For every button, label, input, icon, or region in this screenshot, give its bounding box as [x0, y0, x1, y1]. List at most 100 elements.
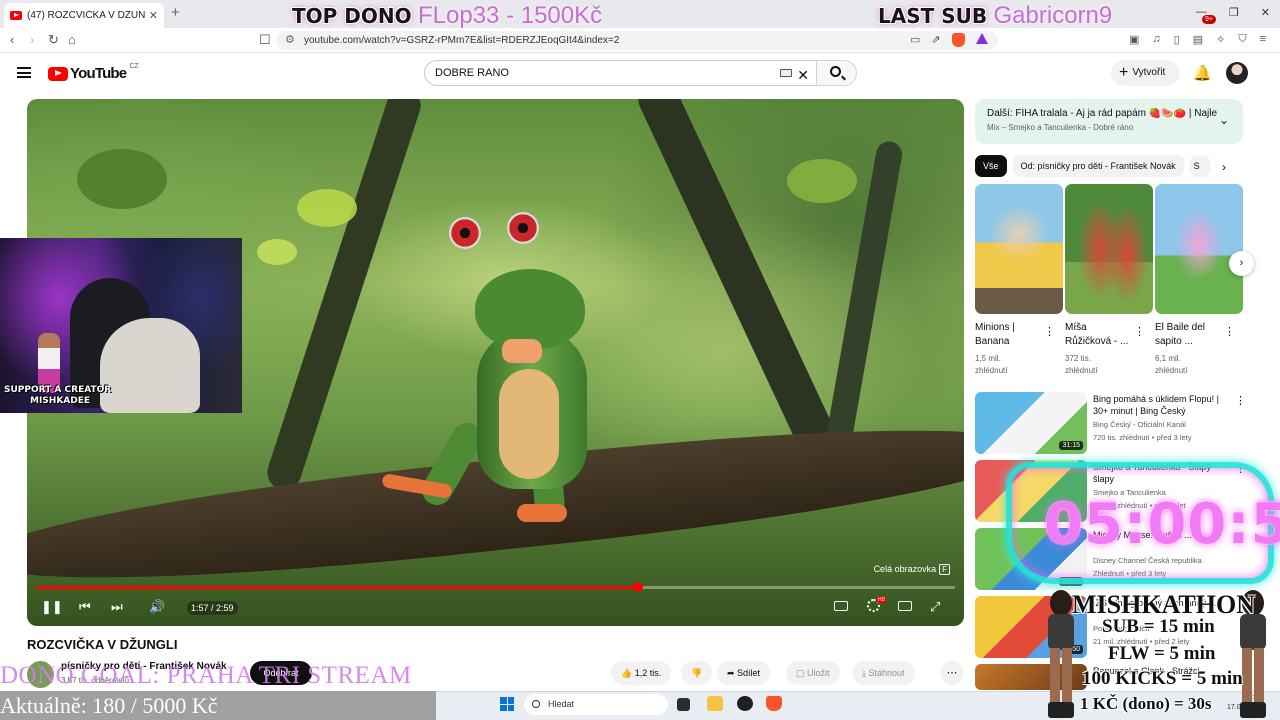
short-item[interactable]: Míša Růžičková - ... 372 tis. zhlédnutí …: [1065, 184, 1153, 377]
wallet-icon[interactable]: ▤: [1193, 33, 1203, 46]
search-input[interactable]: DOBRE RANO ✕: [424, 60, 817, 86]
save-button[interactable]: ▢ Uložit: [786, 661, 840, 685]
sidebar-icon[interactable]: ▯: [1174, 33, 1180, 46]
volume-icon[interactable]: 🔊: [149, 599, 165, 615]
chip-channel[interactable]: Od: písničky pro děti - František Novák: [1012, 155, 1184, 177]
site-info-icon[interactable]: ⚙: [285, 31, 295, 50]
short-views: 372 tis. zhlédnutí: [1065, 354, 1098, 375]
cast-icon[interactable]: ▭: [910, 33, 920, 47]
more-options-icon[interactable]: ⋮: [1044, 325, 1055, 338]
chevron-down-icon[interactable]: ⌄: [1219, 113, 1229, 127]
url-extras: ▭ ⇗: [910, 33, 988, 47]
subtitles-icon[interactable]: [834, 601, 848, 611]
save-label: Uložit: [807, 668, 830, 678]
taskbar-search[interactable]: Hledat: [524, 694, 668, 715]
youtube-wordmark: YouTube: [70, 65, 127, 82]
previous-icon[interactable]: ⏮: [79, 599, 91, 615]
more-actions-button[interactable]: ⋯: [940, 661, 964, 685]
scrubber-handle[interactable]: [632, 582, 643, 592]
search-button[interactable]: [816, 60, 857, 86]
notifications-bell-icon[interactable]: 🔔: [1193, 64, 1212, 82]
short-views: 6,1 mil. zhlédnutí: [1155, 354, 1188, 375]
dislike-button[interactable]: 👎: [681, 661, 713, 685]
pause-icon[interactable]: ❚❚: [41, 599, 63, 615]
donation-goal-text: DONO GOAL: PRAHA TRI STREAM: [0, 662, 412, 689]
home-icon[interactable]: ⌂: [68, 32, 76, 47]
windows-start-icon[interactable]: [500, 697, 514, 711]
leaf: [77, 149, 167, 209]
bookmark-icon[interactable]: ☐: [259, 32, 271, 48]
short-thumbnail: [1155, 184, 1243, 314]
rule-sub: SUB = 15 min: [1102, 616, 1215, 637]
last-sub-value: Gabricorn9: [993, 2, 1113, 29]
frog-foot: [517, 504, 567, 522]
tab-title: (47) ROZCVIČKA V DŽUNGLI: [27, 10, 145, 21]
creator-code: MISHKADEE: [30, 396, 91, 406]
vpn-icon[interactable]: ⛉: [1238, 33, 1246, 46]
top-dono-value: FLop33 - 1500Kč: [418, 2, 603, 29]
music-icon[interactable]: ♫: [1152, 33, 1160, 46]
subathon-timer: 05:00:50: [1044, 492, 1280, 557]
share-button[interactable]: ➦ Sdílet: [717, 661, 771, 685]
frog-head: [475, 269, 585, 349]
chevron-right-icon[interactable]: ›: [1229, 251, 1254, 276]
up-next-panel[interactable]: Další: FÍHA tralala - Aj ja rád papám 🍓🍉…: [975, 99, 1243, 144]
donation-goal-current: Aktuálně: 180 / 5000 Kč: [0, 693, 218, 718]
video-title-heading: ROZCVIČKA V DŽUNGLI: [27, 637, 178, 652]
frog-belly: [499, 369, 559, 479]
brave-shields-icon[interactable]: [951, 33, 965, 47]
reload-icon[interactable]: ↻: [48, 32, 59, 48]
account-avatar[interactable]: [1226, 62, 1248, 84]
file-explorer-icon[interactable]: [707, 696, 723, 711]
brave-browser-icon[interactable]: [766, 696, 782, 711]
forward-icon[interactable]: ›: [30, 32, 34, 47]
taskbar-search-text: Hledat: [548, 699, 575, 709]
url-text: youtube.com/watch?v=GSRZ-rPMm7E&list=RDE…: [304, 35, 620, 46]
fullscreen-icon[interactable]: ⤢: [930, 599, 940, 615]
like-button[interactable]: 👍 1,2 tis.: [611, 661, 672, 685]
theater-mode-icon[interactable]: [898, 601, 912, 611]
thumbs-down-icon: 👎: [691, 668, 703, 678]
more-options-icon[interactable]: ⋮: [1134, 325, 1145, 338]
download-button[interactable]: ⤓ Stáhnout: [852, 661, 915, 685]
close-window-icon[interactable]: ✕: [1261, 6, 1270, 19]
video-thumbnail: 31:15: [975, 392, 1087, 454]
list-item[interactable]: 31:15 Bing pomáhá s úklidem Flopu! | 30+…: [975, 392, 1246, 454]
chip-all[interactable]: Vše: [975, 155, 1007, 177]
obs-icon[interactable]: [737, 696, 753, 711]
more-options-icon[interactable]: ⋮: [1224, 325, 1235, 338]
new-tab-icon[interactable]: +: [171, 4, 180, 21]
brave-rewards-icon[interactable]: [975, 33, 988, 44]
tree-trunk: [262, 99, 426, 494]
more-options-icon[interactable]: ⋮: [1235, 394, 1246, 407]
search-icon: [830, 66, 841, 77]
back-icon[interactable]: ‹: [10, 32, 14, 47]
short-item[interactable]: El Baile del sapito ... 6,1 mil. zhlédnu…: [1155, 184, 1243, 377]
short-item[interactable]: Minions | Banana 1,5 mil. zhlédnutí ⋮: [975, 184, 1063, 377]
youtube-logo[interactable]: YouTube CZ: [48, 63, 139, 82]
next-icon[interactable]: ⏭: [111, 599, 123, 615]
channel-name: Bing Český - Oficiální Kanál: [1093, 420, 1186, 429]
task-view-icon[interactable]: [677, 698, 690, 711]
short-views: 1,5 mil. zhlédnutí: [975, 354, 1008, 375]
share-icon[interactable]: ⇗: [931, 33, 940, 47]
chip-related[interactable]: S: [1189, 155, 1210, 177]
hd-badge: HD: [877, 597, 887, 603]
short-thumbnail: [975, 184, 1063, 314]
screen: (47) ROZCVIČKA V DŽUNGLI ✕ + — ❐ ✕ ‹ › ↻…: [0, 0, 1280, 720]
clear-search-icon[interactable]: ✕: [797, 63, 809, 87]
save-icon: ▢: [796, 668, 808, 678]
leo-ai-icon[interactable]: ✧: [1216, 33, 1225, 46]
keyboard-icon[interactable]: [780, 69, 792, 77]
screenshot-icon[interactable]: ▣: [1129, 33, 1139, 46]
chevron-right-icon[interactable]: ›: [1222, 160, 1226, 174]
browser-tab[interactable]: (47) ROZCVIČKA V DŽUNGLI ✕: [4, 3, 164, 28]
progress-bar[interactable]: [36, 582, 955, 592]
url-field[interactable]: ⚙ youtube.com/watch?v=GSRZ-rPMm7E&list=R…: [276, 31, 998, 50]
menu-icon[interactable]: ≡: [1260, 33, 1266, 46]
guide-menu-icon[interactable]: [17, 67, 31, 78]
create-button[interactable]: + Vytvořit: [1111, 60, 1180, 86]
character-figure: [38, 333, 60, 393]
close-tab-icon[interactable]: ✕: [149, 9, 158, 22]
maximize-icon[interactable]: ❐: [1229, 6, 1239, 19]
